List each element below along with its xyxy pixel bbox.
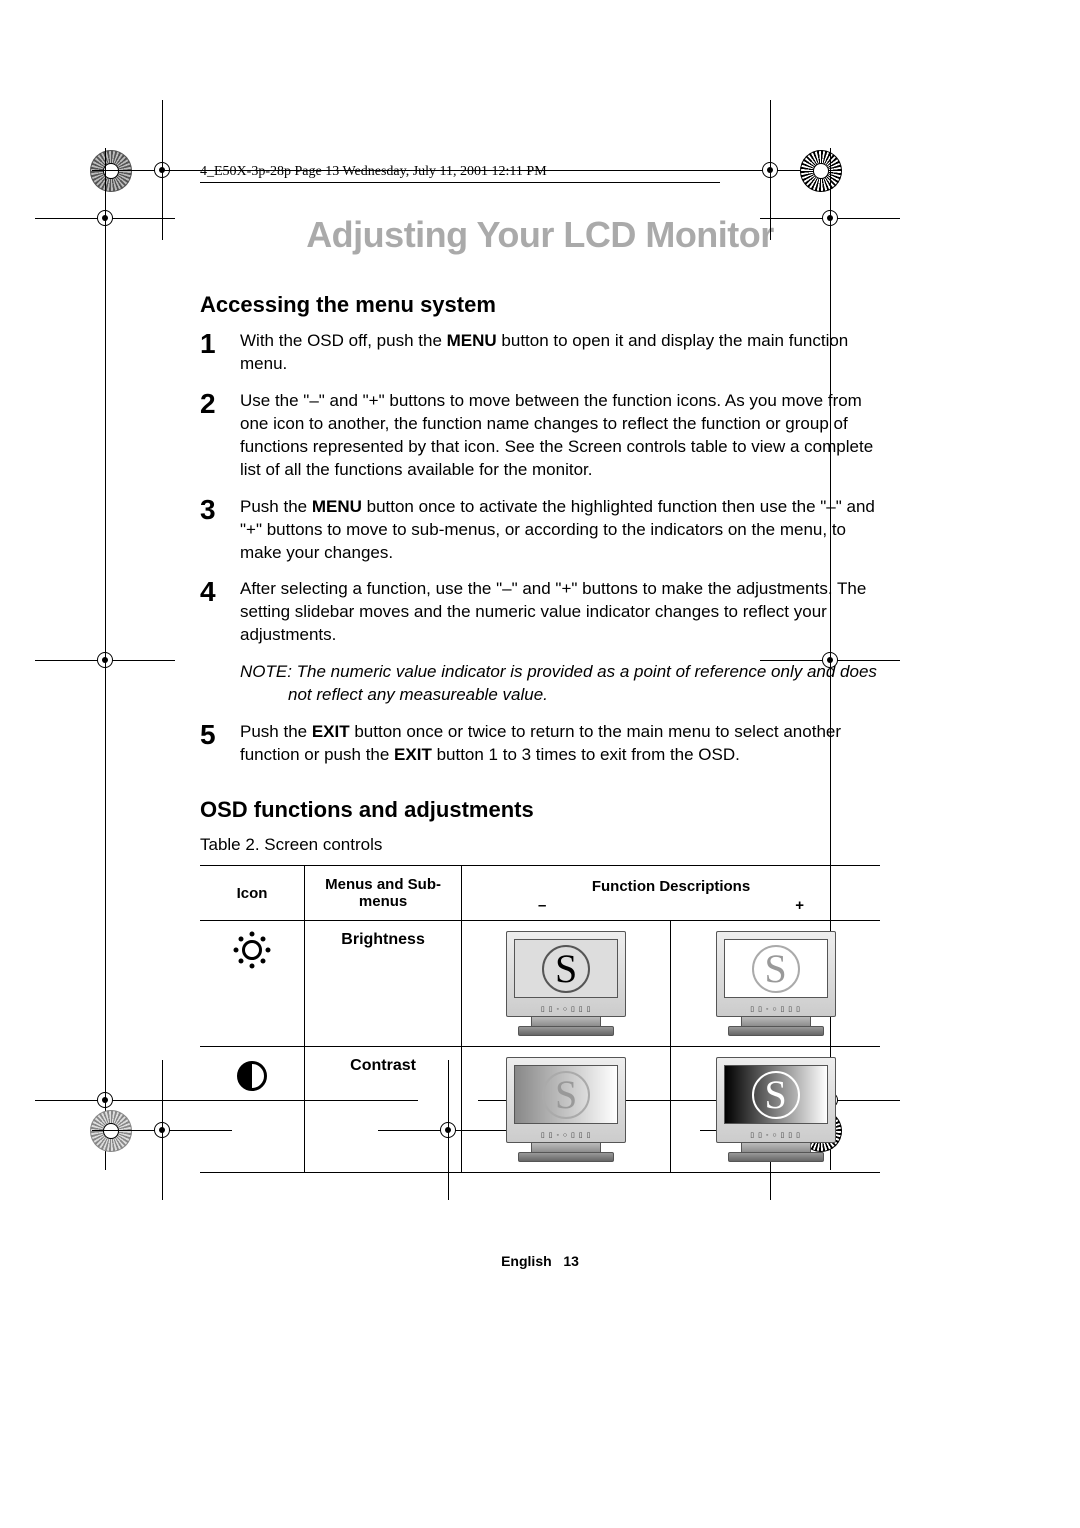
registration-medallion xyxy=(90,150,132,192)
brightness-icon xyxy=(233,931,271,969)
page-footer: English 13 xyxy=(200,1253,880,1269)
step-text: With the OSD off, push the MENU button t… xyxy=(240,330,880,376)
step-2: 2 Use the "–" and "+" buttons to move be… xyxy=(200,390,880,482)
th-plus: + xyxy=(795,897,804,914)
monitor-illustration: S▯ ▯ ◦ ○ ▯ ▯ ▯ xyxy=(506,1057,626,1162)
monitor-illustration: S▯ ▯ ◦ ○ ▯ ▯ ▯ xyxy=(716,931,836,1036)
crop-guide xyxy=(105,690,106,1070)
crop-guide xyxy=(162,1100,418,1101)
chapter-title: Adjusting Your LCD Monitor xyxy=(200,214,880,256)
step-number: 4 xyxy=(200,578,240,606)
step-text: Push the EXIT button once or twice to re… xyxy=(240,721,880,767)
step-text: Use the "–" and "+" buttons to move betw… xyxy=(240,390,880,482)
step-number: 2 xyxy=(200,390,240,418)
print-job-metadata: 4_E50X-3p-28p Page 13 Wednesday, July 11… xyxy=(200,164,720,183)
contrast-icon xyxy=(237,1061,267,1091)
step-text: After selecting a function, use the "–" … xyxy=(240,578,880,647)
registration-medallion xyxy=(90,1110,132,1152)
cell-icon xyxy=(200,921,305,1047)
registration-crosshair xyxy=(75,630,135,690)
crop-guide xyxy=(448,1084,449,1116)
footer-lang: English xyxy=(501,1253,552,1269)
step-list: 1 With the OSD off, push the MENU button… xyxy=(200,330,880,767)
th-menus: Menus and Sub-menus xyxy=(305,866,462,921)
cell-effect-minus: S▯ ▯ ◦ ○ ▯ ▯ ▯ xyxy=(462,921,671,1047)
crop-guide xyxy=(162,156,163,184)
meta-underline xyxy=(200,182,720,183)
section-heading-osd-functions: OSD functions and adjustments xyxy=(200,797,880,823)
cell-icon xyxy=(200,1047,305,1173)
th-function-descriptions: Function Descriptions – + xyxy=(462,866,880,921)
registration-crosshair xyxy=(740,140,800,200)
th-minus: – xyxy=(538,897,546,914)
crop-guide xyxy=(105,200,106,630)
cell-effect-minus: S▯ ▯ ◦ ○ ▯ ▯ ▯ xyxy=(462,1047,671,1173)
print-meta-text: 4_E50X-3p-28p Page 13 Wednesday, July 11… xyxy=(200,164,547,179)
step-3: 3 Push the MENU button once to activate … xyxy=(200,496,880,565)
cell-effect-plus: S▯ ▯ ◦ ○ ▯ ▯ ▯ xyxy=(671,921,880,1047)
cell-effect-plus: S▯ ▯ ◦ ○ ▯ ▯ ▯ xyxy=(671,1047,880,1173)
table-caption: Table 2. Screen controls xyxy=(200,835,880,855)
th-icon: Icon xyxy=(200,866,305,921)
cell-menu-name: Brightness xyxy=(305,921,462,1047)
step-text: Push the MENU button once to activate th… xyxy=(240,496,880,565)
crop-guide xyxy=(162,1084,163,1116)
section-heading-accessing: Accessing the menu system xyxy=(200,292,880,318)
step-5: 5 Push the EXIT button once or twice to … xyxy=(200,721,880,767)
registration-crosshair xyxy=(75,1070,135,1130)
document-page: 4_E50X-3p-28p Page 13 Wednesday, July 11… xyxy=(0,0,1080,1528)
cell-menu-name: Contrast xyxy=(305,1047,462,1173)
screen-controls-table: Icon Menus and Sub-menus Function Descri… xyxy=(200,865,880,1173)
step-note: NOTE: The numeric value indicator is pro… xyxy=(240,661,880,707)
table-row: Brightness S▯ ▯ ◦ ○ ▯ ▯ ▯ S▯ ▯ ◦ ○ ▯ ▯ ▯ xyxy=(200,921,880,1047)
registration-medallion xyxy=(800,150,842,192)
table-row: Contrast S▯ ▯ ◦ ○ ▯ ▯ ▯ S▯ ▯ ◦ ○ ▯ ▯ ▯ xyxy=(200,1047,880,1173)
monitor-illustration: S▯ ▯ ◦ ○ ▯ ▯ ▯ xyxy=(716,1057,836,1162)
footer-page-number: 13 xyxy=(563,1253,579,1269)
step-number: 5 xyxy=(200,721,240,749)
monitor-illustration: S▯ ▯ ◦ ○ ▯ ▯ ▯ xyxy=(506,931,626,1036)
step-1: 1 With the OSD off, push the MENU button… xyxy=(200,330,880,376)
step-4: 4 After selecting a function, use the "–… xyxy=(200,578,880,647)
step-number: 3 xyxy=(200,496,240,524)
crop-guide xyxy=(830,200,831,630)
step-number: 1 xyxy=(200,330,240,358)
